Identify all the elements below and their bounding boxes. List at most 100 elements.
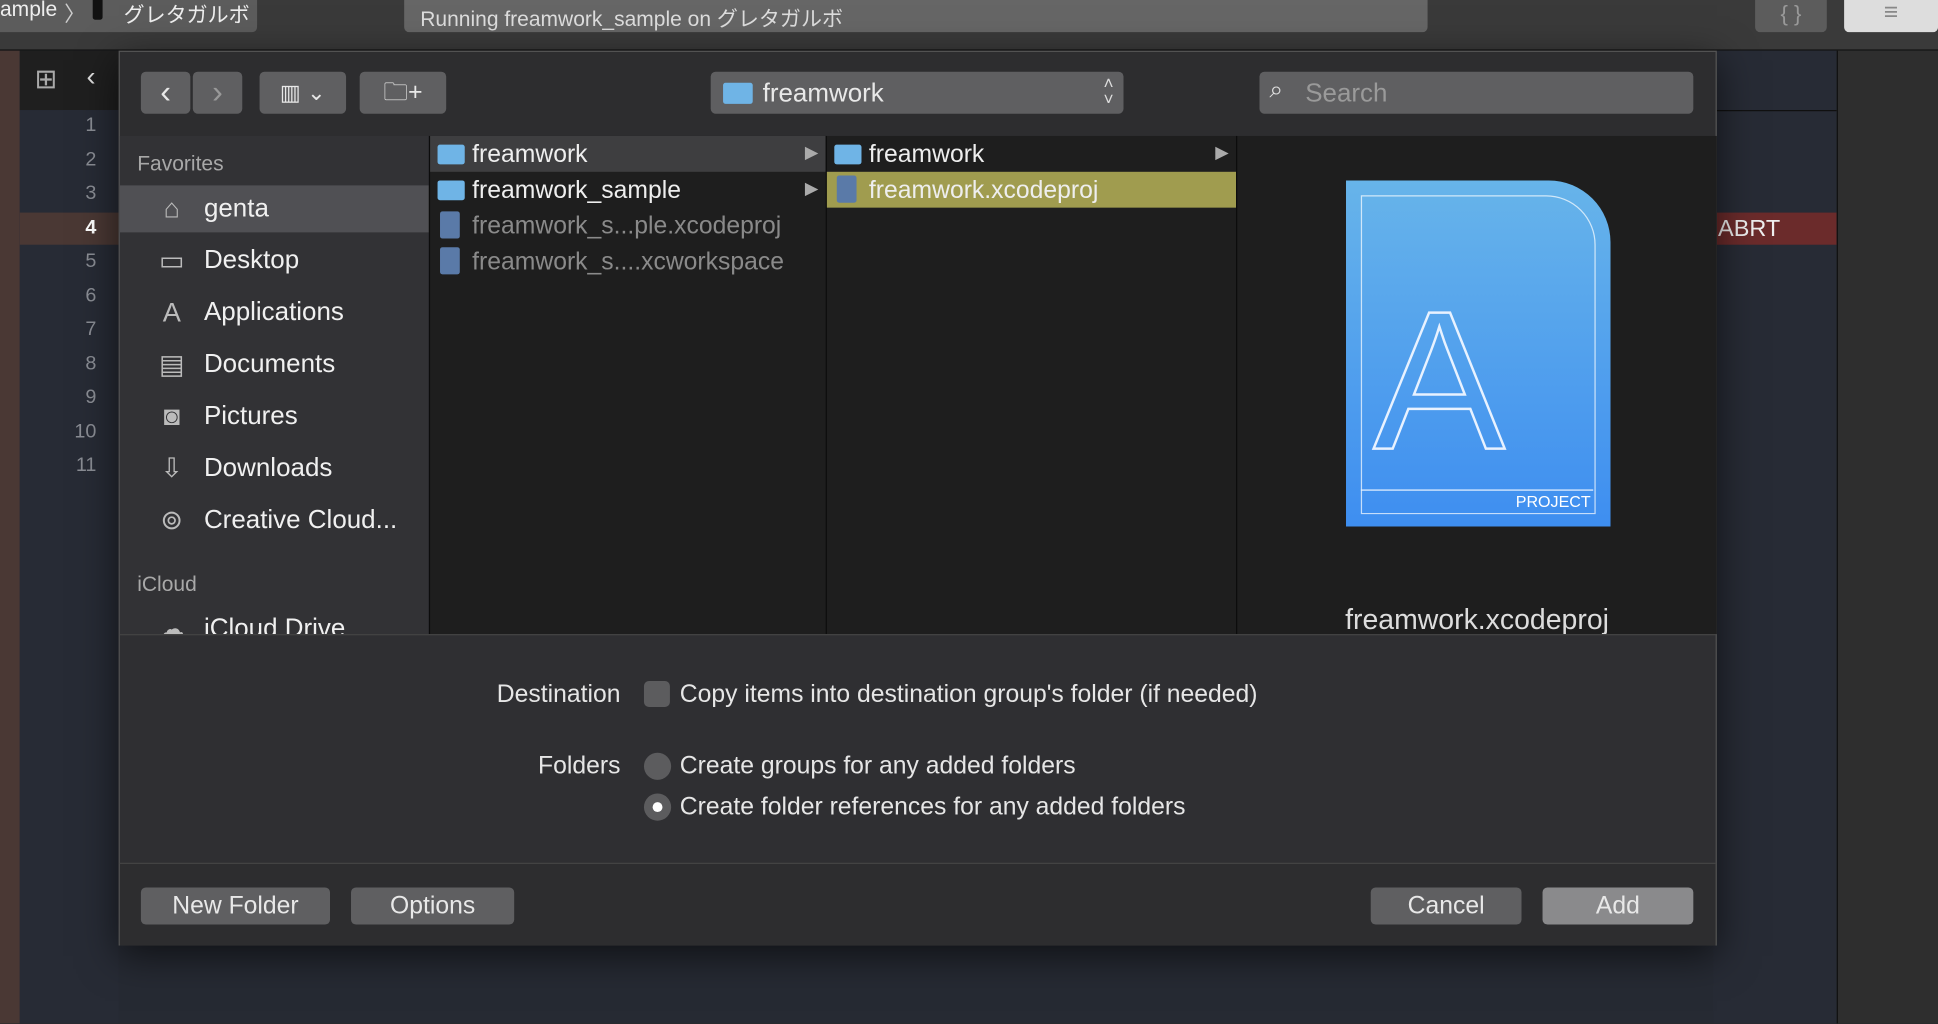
sidebar-item-icloud-drive[interactable]: ☁ iCloud Drive [120, 606, 429, 634]
sidebar-item-documents[interactable]: ▤ Documents [120, 341, 429, 388]
line-number-gutter: 1 2 3 4 5 6 7 8 9 10 11 [19, 50, 119, 1024]
create-groups-radio[interactable] [643, 752, 672, 780]
location-label: freamwork [762, 79, 884, 108]
add-files-dialog: ‹ › ▥ ⌄ 🗀+ freamwork ˄ ˅ ⌕ Search Favorit… [118, 50, 1717, 946]
sidebar-item-label: Creative Cloud... [203, 505, 398, 534]
editor-left-edge [0, 50, 20, 1024]
sidebar-item-label: Downloads [203, 453, 333, 483]
file-name: freamwork_s....xcworkspace [472, 248, 784, 276]
camera-icon: ◙ [163, 400, 181, 432]
copy-items-checkbox[interactable] [643, 681, 670, 707]
folder-icon [437, 180, 465, 201]
sidebar-item-label: iCloud Drive [203, 614, 346, 635]
sidebar-item-label: Pictures [203, 401, 298, 431]
folder-plus-icon: 🗀+ [383, 79, 423, 107]
desktop-icon: ▭ [158, 244, 185, 276]
project-file-icon [836, 175, 857, 203]
preview-filename: freamwork.xcodeproj [1345, 603, 1609, 635]
file-name: freamwork [868, 140, 985, 169]
file-row[interactable]: freamwork_sample ▶ [430, 172, 826, 208]
forward-button[interactable]: › [192, 71, 243, 114]
iphone-icon [92, 0, 103, 20]
location-popup[interactable]: freamwork ˄ ˅ [710, 71, 1124, 114]
disclosure-arrow-icon: ▶ [804, 142, 819, 162]
applications-icon: A [162, 296, 181, 328]
sidebar-item-label: Desktop [203, 245, 300, 275]
file-row[interactable]: freamwork_s...ple.xcodeproj [430, 208, 826, 244]
file-name: freamwork.xcodeproj [868, 176, 1099, 204]
line-number: 8 [85, 352, 97, 374]
copy-items-label[interactable]: Copy items into destination group's fold… [680, 681, 1258, 709]
file-row[interactable]: freamwork ▶ [430, 135, 826, 172]
editor-lines-button[interactable]: ≡ [1844, 0, 1938, 33]
file-name: freamwork [472, 140, 588, 169]
related-items-icon[interactable]: ⊞ [35, 63, 58, 95]
search-icon: ⌕ [1269, 76, 1284, 104]
file-name: freamwork_s...ple.xcodeproj [472, 212, 782, 240]
sidebar-item-downloads[interactable]: ⇩ Downloads [120, 445, 429, 492]
new-folder-toolbar-button[interactable]: 🗀+ [359, 71, 447, 114]
options-button[interactable]: Options [351, 887, 515, 925]
sidebar-item-desktop[interactable]: ▭ Desktop [120, 237, 429, 284]
xcodeproj-icon: A PROJECT [1346, 180, 1611, 527]
file-row[interactable]: freamwork_s....xcworkspace [430, 243, 826, 279]
create-groups-label[interactable]: Create groups for any added folders [680, 753, 1076, 781]
file-row[interactable]: freamwork.xcodeproj [826, 171, 1236, 208]
device-name: グレタガルボ [123, 3, 250, 28]
back-icon[interactable]: ‹ [87, 61, 96, 93]
line-number: 11 [75, 454, 97, 476]
sidebar-item-creative-cloud[interactable]: ⊚ Creative Cloud... [120, 497, 429, 544]
sidebar-item-pictures[interactable]: ◙ Pictures [120, 393, 429, 440]
chevron-right-icon: 〉 [64, 2, 86, 26]
back-button[interactable]: ‹ [140, 71, 191, 114]
app-store-glyph: A [1372, 268, 1506, 492]
scheme-selector[interactable]: ample 〉 グレタガルボ [0, 0, 258, 33]
new-folder-button[interactable]: New Folder [140, 887, 331, 925]
folder-icon [834, 144, 862, 165]
line-number: 1 [85, 114, 97, 136]
file-row[interactable]: freamwork ▶ [827, 136, 1236, 172]
scheme-name: ample [0, 0, 58, 22]
inspector-area [1836, 50, 1938, 1024]
project-file-icon [440, 211, 460, 239]
sidebar-item-applications[interactable]: A Applications [120, 289, 429, 336]
create-folder-references-label[interactable]: Create folder references for any added f… [680, 794, 1186, 822]
documents-icon: ▤ [158, 348, 185, 380]
destination-label: Destination [496, 681, 621, 709]
preview-pane: A PROJECT freamwork.xcodeproj [1236, 135, 1717, 635]
line-number: 2 [85, 148, 97, 170]
gutter-header: ⊞ ‹ [19, 50, 119, 111]
code-braces-button[interactable]: { } [1755, 0, 1827, 33]
add-button[interactable]: Add [1542, 887, 1694, 925]
home-icon: ⌂ [163, 192, 181, 224]
line-number: 6 [85, 284, 97, 306]
folder-icon [723, 82, 753, 104]
line-number: 4 [85, 216, 97, 238]
disclosure-arrow-icon: ▶ [1215, 142, 1229, 162]
view-mode-button[interactable]: ▥ ⌄ [259, 71, 347, 114]
cancel-button[interactable]: Cancel [1370, 887, 1522, 925]
project-file-icon [440, 247, 460, 275]
project-badge: PROJECT [1515, 491, 1591, 511]
line-number: 3 [85, 182, 97, 204]
xcode-window: ample 〉 グレタガルボ Running freamwork_sample … [0, 0, 1938, 1024]
line-number: 10 [74, 420, 97, 442]
sidebar-item-label: Applications [203, 297, 344, 327]
sidebar-item-label: Documents [203, 349, 336, 379]
columns-icon: ▥ ⌄ [279, 80, 326, 106]
create-folder-references-radio[interactable] [643, 793, 672, 821]
sidebar: Favorites ⌂ genta ▭ Desktop A Applications ▤ Doc… [119, 135, 429, 635]
activity-viewer: Running freamwork_sample on グレタガルボ [404, 0, 1428, 33]
dialog-footer: New Folder Options Cancel Add [119, 862, 1716, 946]
line-number: 5 [85, 250, 97, 272]
icloud-header: iCloud [137, 572, 197, 596]
sidebar-item-genta[interactable]: ⌂ genta [119, 185, 429, 233]
favorites-header: Favorites [137, 152, 224, 176]
error-line-highlight: ABRT [1713, 212, 1837, 245]
updown-chevron-icon: ˄ ˅ [1103, 72, 1114, 109]
browser-column-1: freamwork ▶ freamwork_sample ▶ freamwork_s..… [428, 135, 826, 635]
toolbar: ample 〉 グレタガルボ Running freamwork_sample … [0, 0, 1938, 51]
status-text: Running freamwork_sample on グレタガルボ [420, 7, 843, 31]
options-panel: Destination Copy items into destination … [119, 634, 1716, 864]
search-field[interactable]: ⌕ Search [1259, 71, 1694, 114]
